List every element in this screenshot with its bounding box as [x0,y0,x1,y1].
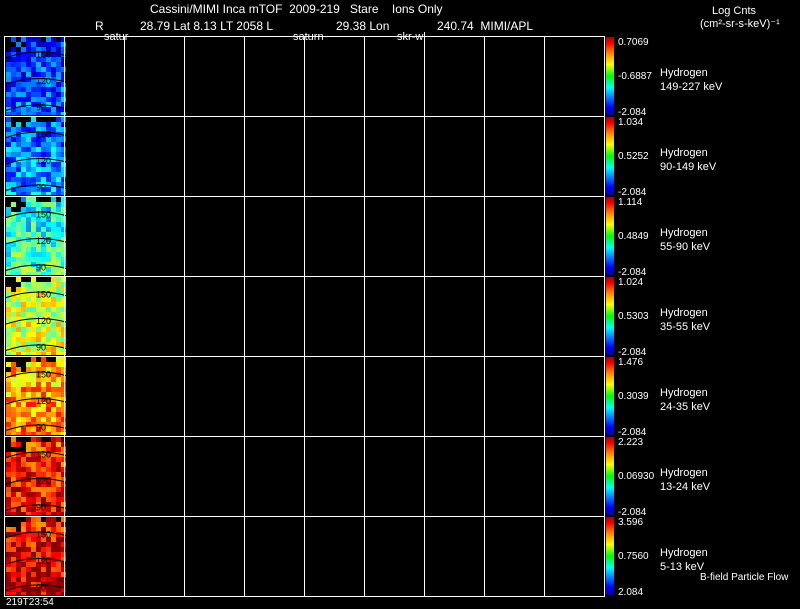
contour-label: 120 [36,316,51,326]
species-name: Hydrogen [660,307,708,319]
colorbar [606,357,614,435]
panel-label: Hydrogen 55-90 keV [660,226,710,254]
colorbar-mid: 0.06930 [618,471,655,482]
time-label: 219T23:54 [6,597,54,608]
contour-label: 150 [36,50,51,60]
colorbar [606,517,614,595]
colorbar-mid: 0.5252 [618,151,649,162]
panel-label: Hydrogen 90-149 keV [660,146,716,174]
colorbar-max: 3.596 [618,517,644,528]
header-R: R [95,19,104,33]
energy-range: 24-35 keV [660,401,711,413]
contour-label: 90 [36,342,46,352]
bfield-legend: B-field Particle Flow [700,572,789,583]
contour-label: 150 [36,450,51,460]
panel-grid: 150 120 90 [4,356,605,437]
energy-range: 13-24 keV [660,481,711,493]
contour-label: 90 [36,502,46,512]
species-name: Hydrogen [660,467,708,479]
panel-label: Hydrogen 24-35 keV [660,386,710,414]
colorbar-mid: 0.7560 [618,551,649,562]
energy-range: 90-149 keV [660,161,717,173]
contour-label: 120 [36,156,51,166]
colorbar [606,437,614,515]
species-name: Hydrogen [660,227,708,239]
contour-label: 120 [36,76,51,86]
colorbar [606,37,614,115]
units-line1: Log Cnts [712,5,757,17]
colorbar-mid: 0.4849 [618,231,649,242]
header-position: 28.79 Lat 8.13 LT 2058 L [140,19,274,33]
energy-range: 55-90 keV [660,241,711,253]
species-name: Hydrogen [660,387,708,399]
colorbar [606,197,614,275]
panel-grid: 150 120 90 [4,276,605,357]
colorbar-min: 2.084 [618,587,644,598]
colorbar-max: 2.223 [618,437,644,448]
contour-label: 120 [36,396,51,406]
contour-label: 90 [36,262,46,272]
species-name: Hydrogen [660,547,708,559]
colorbar [606,117,614,195]
contour-label: 90 [36,182,46,192]
contour-label: 90 [36,102,46,112]
contour-label: 150 [36,530,51,540]
contour-label: 150 [36,370,51,380]
panel-label: Hydrogen 5-13 keV [660,546,708,574]
colorbar-max: 1.024 [618,277,644,288]
contour-label: 150 [36,130,51,140]
header-lon-value: 240.74 MIMI/APL [437,19,534,33]
panel-label: Hydrogen 13-24 keV [660,466,710,494]
panel-grid: 150 120 90 [4,116,605,197]
colorbar-max: 1.476 [618,357,644,368]
chart-title: Cassini/MIMI Inca mTOF 2009-219 Stare Io… [150,2,443,16]
colorbar-mid: 0.5303 [618,311,649,322]
species-name: Hydrogen [660,147,708,159]
contour-label: 90 [36,582,46,592]
species-name: Hydrogen [660,67,708,79]
energy-range: 149-227 keV [660,81,723,93]
contour-label: 120 [36,236,51,246]
colorbar-max: 1.114 [618,197,643,208]
contour-label: 150 [36,290,51,300]
units-line2: (cm²-sr-s-keV)⁻¹ [700,18,780,30]
colorbar-mid: -0.6887 [618,71,652,82]
energy-range: 35-55 keV [660,321,711,333]
panel-grid: 150 120 90 [4,516,605,597]
colorbar [606,277,614,355]
panel-label: Hydrogen 149-227 keV [660,66,722,94]
contour-label: 120 [36,476,51,486]
contour-label: 150 [36,210,51,220]
contour-label: 90 [36,422,46,432]
panel-grid: 150 120 90 [4,36,605,117]
colorbar-max: 1.034 [618,117,644,128]
panel-label: Hydrogen 35-55 keV [660,306,710,334]
colorbar-mid: 0.3039 [618,391,649,402]
colorbar-max: 0.7069 [618,37,649,48]
header-lon: 29.38 Lon [336,19,390,33]
panel-grid: 150 120 90 [4,436,605,517]
panel-grid: 150 120 90 [4,196,605,277]
contour-label: 120 [36,556,51,566]
